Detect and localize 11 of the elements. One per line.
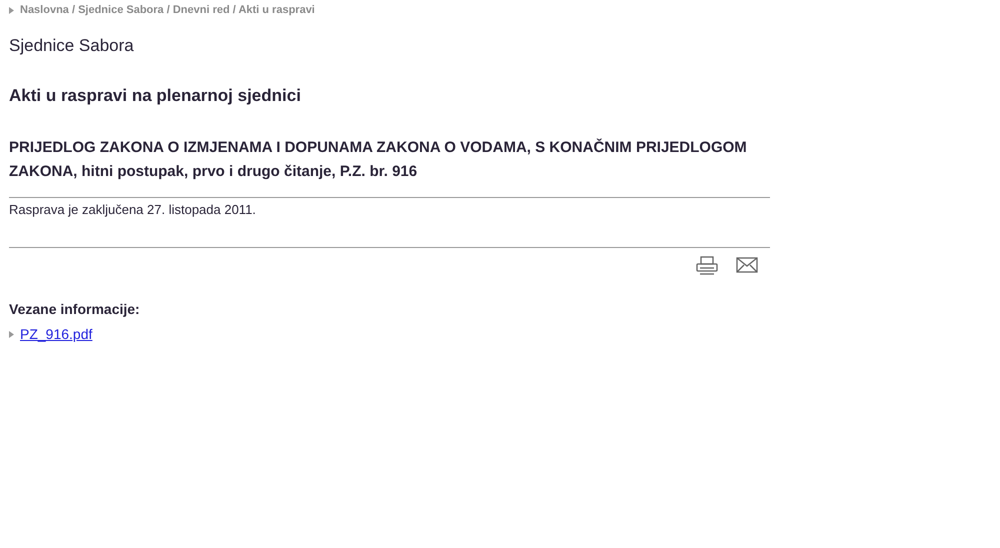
status-text: Rasprava je zaključena 27. listopada 2011.: [9, 202, 257, 218]
triangle-icon: [9, 7, 14, 14]
mail-icon[interactable]: [736, 256, 758, 274]
print-icon[interactable]: [696, 256, 718, 276]
file-link[interactable]: PZ_916.pdf: [20, 324, 92, 345]
related-heading: Vezane informacije:: [9, 300, 141, 318]
page-title: Akti u raspravi na plenarnoj sjednici: [9, 86, 302, 106]
triangle-icon: [9, 331, 14, 338]
section-title: Sjednice Sabora: [9, 36, 135, 56]
act-title: PRIJEDLOG ZAKONA O IZMJENAMA I DOPUNAMA ZAKONA O VODAMA, S KONAČNIM PRIJEDLOGOM ZAKONA, hitni postupak, prvo i drugo čitanje, P.Z. br. 916: [9, 138, 748, 182]
breadcrumb: Naslovna / Sjednice Sabora / Dnevni red / Akti u raspravi: [20, 3, 315, 18]
